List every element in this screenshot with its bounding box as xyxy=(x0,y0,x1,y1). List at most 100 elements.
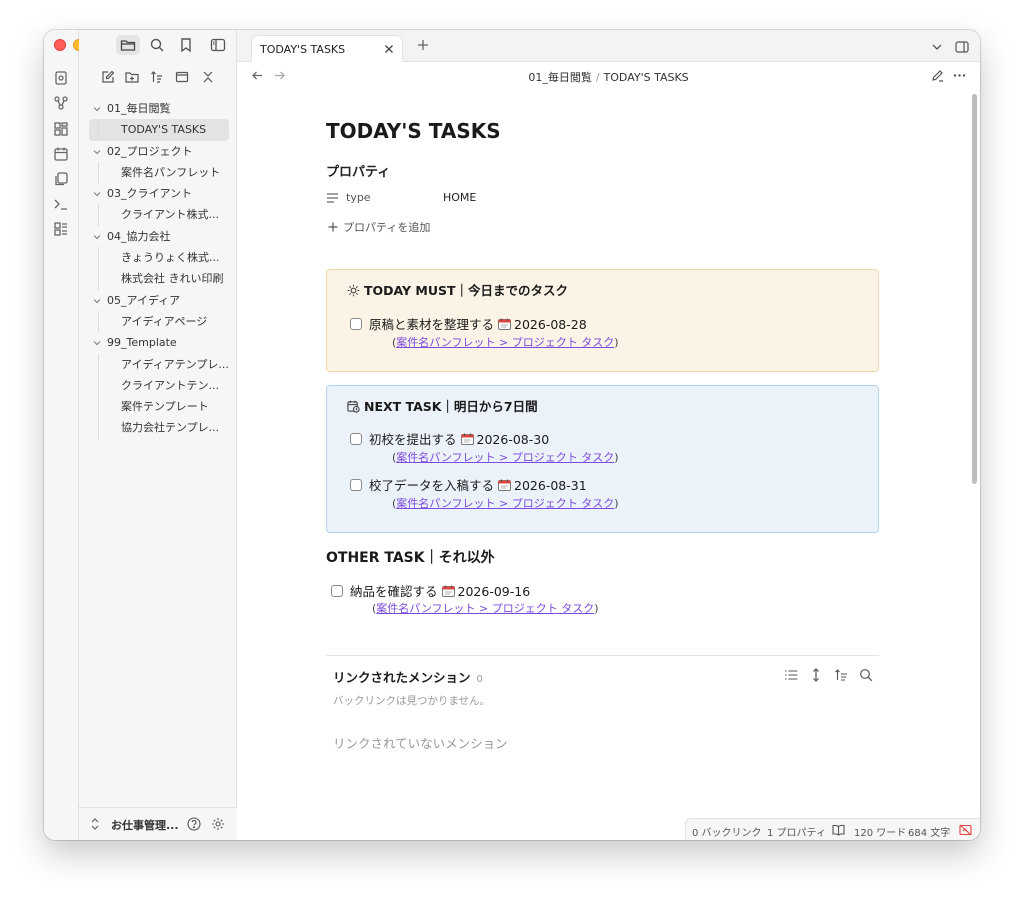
task-text: 校了データを入稿する xyxy=(369,478,495,493)
bookmark-icon[interactable] xyxy=(177,37,195,53)
task-item: 校了データを入稿する 2026-08-31 xyxy=(350,475,587,494)
task-checkbox[interactable] xyxy=(331,585,343,597)
chevron-down-icon[interactable] xyxy=(93,233,101,241)
callout-title: TODAY MUST｜今日までのタスク xyxy=(347,280,568,299)
scrollbar-thumb[interactable] xyxy=(972,94,977,484)
status-properties[interactable]: 1 プロパティ xyxy=(767,824,826,839)
sidebar-footer: お仕事管理... xyxy=(79,807,237,840)
list-view-icon[interactable] xyxy=(784,668,798,682)
tree-item-label: 99_Template xyxy=(107,336,177,350)
tree-file[interactable]: クライアント株式... xyxy=(89,204,239,226)
terminal-icon[interactable] xyxy=(53,196,69,212)
sidebar-toggle-icon[interactable] xyxy=(209,37,227,53)
tree-file[interactable]: TODAY'S TASKS xyxy=(89,119,229,141)
callout-today-must: TODAY MUST｜今日までのタスク 原稿と素材を整理する 2026-08-28… xyxy=(326,269,879,372)
new-note-icon[interactable] xyxy=(101,70,115,84)
task-due-date: 2026-08-30 xyxy=(476,432,550,447)
calendar-icon[interactable] xyxy=(53,146,69,162)
properties-heading[interactable]: プロパティ xyxy=(326,161,390,180)
task-item: 原稿と素材を整理する 2026-08-28 xyxy=(350,314,587,333)
close-window-button[interactable] xyxy=(54,39,66,51)
property-key[interactable]: type xyxy=(346,191,371,204)
task-checkbox[interactable] xyxy=(350,433,362,445)
tree-folder[interactable]: 99_Template xyxy=(89,332,239,353)
tree-item-label: クライアントテン... xyxy=(121,378,220,392)
tree-file[interactable]: 案件テンプレート xyxy=(89,396,239,418)
edit-pencil-icon[interactable] xyxy=(931,69,944,82)
task-checkbox[interactable] xyxy=(350,479,362,491)
sort-icon[interactable] xyxy=(150,70,164,84)
task-due-date: 2026-08-31 xyxy=(514,478,587,493)
tree-file[interactable]: 株式会社 きれい印刷 xyxy=(89,268,239,290)
tree-file[interactable]: クライアントテン... xyxy=(89,374,239,397)
folder-icon[interactable] xyxy=(116,35,140,55)
vault-switcher-icon[interactable] xyxy=(89,817,101,831)
vault-name[interactable]: お仕事管理... xyxy=(111,817,179,833)
tree-folder[interactable]: 01_毎日閲覧 xyxy=(89,98,239,119)
add-property-label: プロパティを追加 xyxy=(343,221,431,234)
help-icon[interactable] xyxy=(187,817,201,831)
status-backlinks[interactable]: 0 バックリンク xyxy=(692,824,762,839)
add-property-button[interactable]: プロパティを追加 xyxy=(328,219,430,235)
tree-file[interactable]: アイディアテンプレ... xyxy=(89,353,239,375)
chevron-down-icon[interactable] xyxy=(93,297,101,305)
search-icon[interactable] xyxy=(148,37,166,53)
chevron-down-icon[interactable] xyxy=(930,39,944,53)
backlinks-divider xyxy=(326,655,879,656)
tab-todays-tasks[interactable]: TODAY'S TASKS xyxy=(251,35,403,63)
chevron-down-icon[interactable] xyxy=(93,190,101,198)
task-source-anchor[interactable]: 案件名パンフレット > プロジェクト タスク xyxy=(396,336,614,349)
linked-mentions-heading[interactable]: リンクされたメンション 0 xyxy=(333,667,483,686)
canvas-icon[interactable] xyxy=(53,121,69,137)
tree-folder[interactable]: 02_プロジェクト xyxy=(89,141,239,162)
chevron-down-icon[interactable] xyxy=(93,105,101,113)
status-word-count: 120 ワード xyxy=(854,828,907,839)
page-title: TODAY'S TASKS xyxy=(326,119,501,143)
graph-view-icon[interactable] xyxy=(53,95,69,111)
no-backlinks-text: バックリンクは見つかりません。 xyxy=(333,695,491,707)
breadcrumb-page[interactable]: TODAY'S TASKS xyxy=(604,71,689,84)
tree-file[interactable]: 協力会社テンプレ... xyxy=(89,417,239,439)
unlinked-mentions-heading[interactable]: リンクされていないメンション xyxy=(333,733,508,752)
quick-switcher-icon[interactable] xyxy=(53,70,69,86)
collapse-all-icon[interactable] xyxy=(201,70,215,84)
calendar-icon xyxy=(460,433,474,445)
more-options-icon[interactable] xyxy=(953,69,966,82)
tree-folder[interactable]: 03_クライアント xyxy=(89,183,239,204)
templates-icon[interactable] xyxy=(53,171,69,187)
expand-collapse-icon[interactable] xyxy=(809,668,823,682)
settings-gear-icon[interactable] xyxy=(211,817,225,831)
ribbon xyxy=(44,30,79,840)
task-source-anchor[interactable]: 案件名パンフレット > プロジェクト タスク xyxy=(376,602,594,615)
chevron-down-icon[interactable] xyxy=(93,148,101,156)
bases-icon[interactable] xyxy=(53,221,69,237)
tree-item-label: 05_アイディア xyxy=(107,293,181,307)
breadcrumb-folder[interactable]: 01_毎日閲覧 xyxy=(528,71,592,84)
tree-folder[interactable]: 05_アイディア xyxy=(89,290,239,311)
sun-icon xyxy=(347,284,360,297)
property-value[interactable]: HOME xyxy=(443,191,476,204)
tree-file[interactable]: きょうりょく株式... xyxy=(89,247,239,269)
new-tab-icon[interactable] xyxy=(417,39,429,51)
auto-reveal-icon[interactable] xyxy=(175,70,189,84)
close-icon[interactable] xyxy=(384,44,394,54)
tree-file[interactable]: アイディアページ xyxy=(89,310,239,333)
reading-view-icon[interactable] xyxy=(832,824,845,836)
tree-file[interactable]: 案件名パンフレット xyxy=(89,161,239,184)
sort-icon[interactable] xyxy=(834,668,848,682)
new-folder-icon[interactable] xyxy=(125,70,139,84)
sync-error-icon[interactable] xyxy=(959,824,972,836)
task-source-anchor[interactable]: 案件名パンフレット > プロジェクト タスク xyxy=(396,451,614,464)
chevron-down-icon[interactable] xyxy=(93,339,101,347)
right-sidebar-toggle-icon[interactable] xyxy=(955,39,969,53)
tree-item-label: 株式会社 きれい印刷 xyxy=(121,272,224,286)
tab-bar: TODAY'S TASKS xyxy=(237,30,980,63)
status-bar: 0 バックリンク 1 プロパティ 120 ワード 684 文字 xyxy=(685,818,980,840)
tree-folder[interactable]: 04_協力会社 xyxy=(89,226,239,247)
search-icon[interactable] xyxy=(859,668,873,682)
task-source-anchor[interactable]: 案件名パンフレット > プロジェクト タスク xyxy=(396,497,614,510)
calendar-clock-icon xyxy=(347,400,360,413)
task-due-date: 2026-09-16 xyxy=(457,584,531,599)
task-text: 原稿と素材を整理する xyxy=(369,317,495,332)
task-checkbox[interactable] xyxy=(350,318,362,330)
